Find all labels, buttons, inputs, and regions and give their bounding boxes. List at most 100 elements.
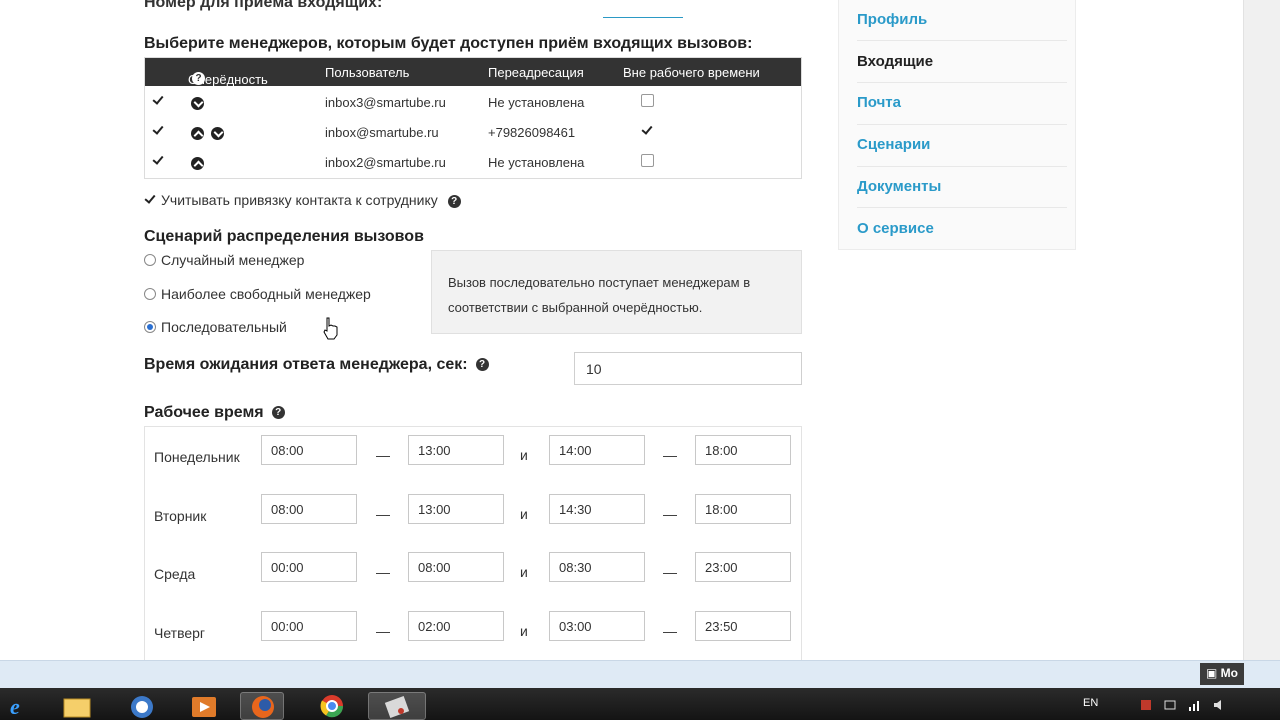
- scenario-option-free[interactable]: Наиболее свободный менеджер: [144, 286, 371, 302]
- day-label: Среда: [154, 566, 196, 582]
- help-icon[interactable]: ?: [271, 406, 285, 420]
- move-down-icon[interactable]: [210, 127, 224, 141]
- time-input[interactable]: 08:00: [261, 435, 357, 465]
- radio-free[interactable]: [144, 288, 156, 300]
- time-input[interactable]: 18:00: [695, 435, 791, 465]
- help-icon[interactable]: ?: [192, 72, 205, 85]
- col-after-hours: Вне рабочего времени: [623, 65, 760, 80]
- page-scroll-gutter: [1243, 0, 1280, 660]
- manager-forward: Не установлена: [488, 95, 585, 110]
- divider: [857, 82, 1067, 83]
- radio-random[interactable]: [144, 254, 156, 266]
- time-input[interactable]: 18:00: [695, 494, 791, 524]
- sidebar-item-documents[interactable]: Документы: [857, 178, 941, 195]
- day-label: Понедельник: [154, 449, 240, 465]
- time-input[interactable]: 08:00: [261, 494, 357, 524]
- manager-select-checkbox[interactable]: [152, 154, 165, 167]
- day-label: Четверг: [154, 625, 206, 641]
- col-forward: Переадресация: [488, 65, 584, 80]
- tool-icon: [384, 696, 410, 718]
- and-separator: и: [520, 447, 528, 463]
- tool-taskbar-button[interactable]: [368, 692, 426, 720]
- order-arrows: [191, 125, 224, 141]
- scenario-description: Вызов последовательно поступает менеджер…: [431, 250, 802, 334]
- manager-user: inbox2@smartube.ru: [325, 155, 446, 170]
- manager-forward: +79826098461: [488, 125, 576, 140]
- table-row: inbox@smartube.ru +79826098461: [145, 116, 801, 146]
- svg-text:e: e: [10, 694, 20, 719]
- range-dash: —: [663, 623, 677, 639]
- language-indicator[interactable]: EN: [1083, 697, 1098, 709]
- signal-tray-icon[interactable]: [1188, 698, 1202, 712]
- move-up-icon[interactable]: [191, 127, 204, 141]
- status-strip-button[interactable]: ▣ Mo: [1200, 663, 1244, 685]
- move-up-icon[interactable]: [191, 157, 204, 171]
- range-dash: —: [376, 564, 390, 580]
- incoming-number-link[interactable]: [603, 0, 683, 18]
- firefox-taskbar-button[interactable]: [240, 692, 284, 720]
- time-input[interactable]: 08:00: [408, 552, 504, 582]
- media-player-icon[interactable]: [182, 692, 226, 720]
- manager-select-checkbox[interactable]: [152, 124, 165, 137]
- managers-table-header: Очерёдность? Пользователь Переадресация …: [145, 58, 801, 87]
- bind-contact-option[interactable]: Учитывать привязку контакта к сотруднику…: [144, 192, 461, 208]
- wait-label-line: Время ожидания ответа менеджера, сек:?: [144, 356, 489, 374]
- chat-app-icon[interactable]: [120, 692, 164, 720]
- time-input[interactable]: 00:00: [261, 552, 357, 582]
- range-dash: —: [376, 447, 390, 463]
- wait-time-input[interactable]: 10: [574, 352, 802, 385]
- time-input[interactable]: 14:30: [549, 494, 645, 524]
- time-input[interactable]: 03:00: [549, 611, 645, 641]
- range-dash: —: [663, 506, 677, 522]
- range-dash: —: [663, 564, 677, 580]
- managers-table: Очерёдность? Пользователь Переадресация …: [144, 57, 802, 179]
- radio-sequential[interactable]: [144, 321, 156, 333]
- security-tray-icon[interactable]: [1139, 698, 1153, 712]
- time-input[interactable]: 13:00: [408, 494, 504, 524]
- divider: [857, 207, 1067, 208]
- chrome-icon[interactable]: [310, 692, 354, 720]
- time-input[interactable]: 02:00: [408, 611, 504, 641]
- manager-select-checkbox[interactable]: [152, 94, 165, 107]
- help-icon[interactable]: ?: [447, 194, 461, 208]
- sidebar-item-scenarios[interactable]: Сценарии: [857, 136, 930, 153]
- network-tray-icon[interactable]: [1163, 698, 1177, 712]
- volume-tray-icon[interactable]: [1212, 698, 1226, 712]
- ie-browser-icon[interactable]: e: [0, 692, 44, 720]
- time-input[interactable]: 00:00: [261, 611, 357, 641]
- order-arrows: [191, 95, 204, 111]
- divider: [857, 166, 1067, 167]
- shield-icon: ▣: [1206, 666, 1221, 680]
- folder-icon[interactable]: [56, 692, 100, 720]
- order-arrows: [191, 155, 204, 171]
- scenario-title: Сценарий распределения вызовов: [144, 228, 424, 245]
- after-hours-checkbox[interactable]: [641, 124, 654, 137]
- time-input[interactable]: 14:00: [549, 435, 645, 465]
- sidebar-item-about[interactable]: О сервисе: [857, 220, 934, 237]
- hand-cursor-icon: [323, 317, 338, 340]
- sidebar: Профиль Входящие Почта Сценарии Документ…: [838, 0, 1076, 250]
- sidebar-item-mail[interactable]: Почта: [857, 94, 901, 111]
- table-row: inbox2@smartube.ru Не установлена: [145, 146, 801, 176]
- time-input[interactable]: 23:50: [695, 611, 791, 641]
- manager-user: inbox@smartube.ru: [325, 125, 439, 140]
- help-icon[interactable]: ?: [475, 358, 489, 372]
- scenario-option-sequential[interactable]: Последовательный: [144, 319, 287, 335]
- and-separator: и: [520, 564, 528, 580]
- range-dash: —: [376, 623, 390, 639]
- after-hours-checkbox[interactable]: [640, 94, 654, 107]
- day-label: Вторник: [154, 508, 207, 524]
- time-input[interactable]: 13:00: [408, 435, 504, 465]
- time-input[interactable]: 08:30: [549, 552, 645, 582]
- bind-contact-checkbox[interactable]: [144, 193, 157, 206]
- scenario-option-random[interactable]: Случайный менеджер: [144, 252, 304, 268]
- manager-user: inbox3@smartube.ru: [325, 95, 446, 110]
- move-down-icon[interactable]: [191, 97, 204, 111]
- manager-forward: Не установлена: [488, 155, 585, 170]
- incoming-number-heading: Номер для приёма входящих:: [144, 0, 383, 11]
- sidebar-item-profile[interactable]: Профиль: [857, 11, 927, 28]
- col-user: Пользователь: [325, 65, 410, 80]
- time-input[interactable]: 23:00: [695, 552, 791, 582]
- after-hours-checkbox[interactable]: [640, 154, 654, 167]
- sidebar-item-incoming[interactable]: Входящие: [857, 53, 933, 70]
